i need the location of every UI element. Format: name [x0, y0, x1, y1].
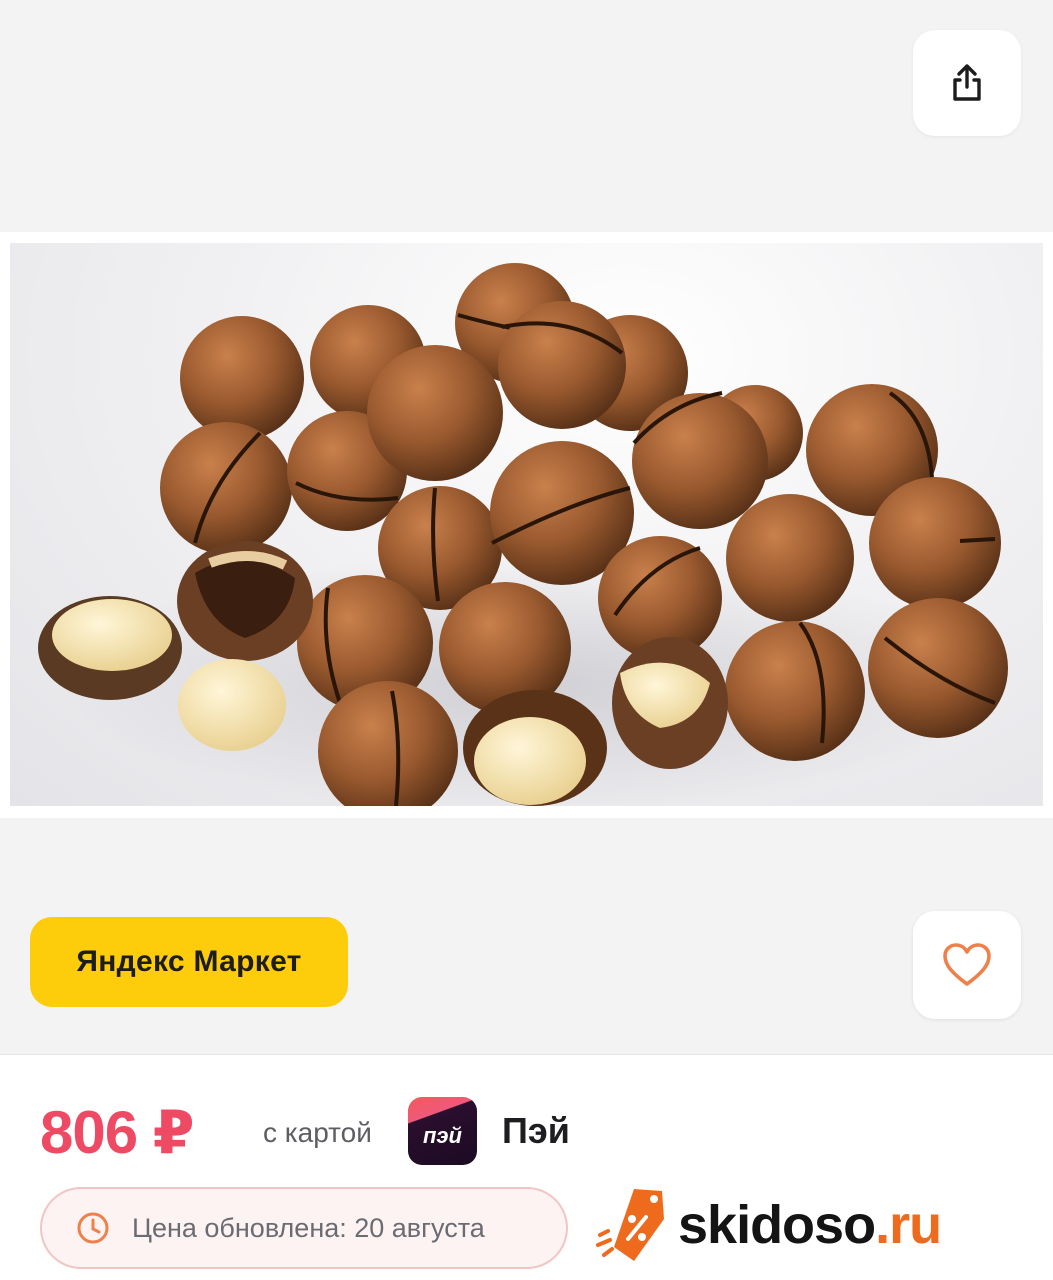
store-badge[interactable]: Яндекс Маркет — [30, 917, 348, 1007]
price-updated-text: Цена обновлена: 20 августа — [132, 1212, 485, 1243]
heart-icon — [943, 943, 991, 986]
product-price: 806 ₽ — [40, 1099, 195, 1166]
skidoso-wordmark: skidoso.ru — [678, 1195, 942, 1255]
share-button[interactable] — [913, 30, 1021, 136]
skidoso-watermark: skidoso.ru — [596, 1180, 942, 1270]
top-area — [0, 0, 1053, 232]
product-image[interactable] — [10, 243, 1043, 806]
favorite-button[interactable] — [913, 911, 1021, 1019]
macadamia-nuts-illustration — [38, 263, 1008, 806]
share-icon — [953, 64, 981, 101]
pay-logo-text: пэй — [422, 1123, 462, 1148]
discount-tag-icon — [596, 1189, 664, 1261]
card-condition-text: с картой — [263, 1117, 372, 1148]
clock-icon — [77, 1212, 109, 1244]
payment-name[interactable]: Пэй — [502, 1110, 570, 1152]
pay-logo: пэй — [408, 1097, 477, 1165]
price-updated-badge: Цена обновлена: 20 августа — [40, 1187, 568, 1269]
